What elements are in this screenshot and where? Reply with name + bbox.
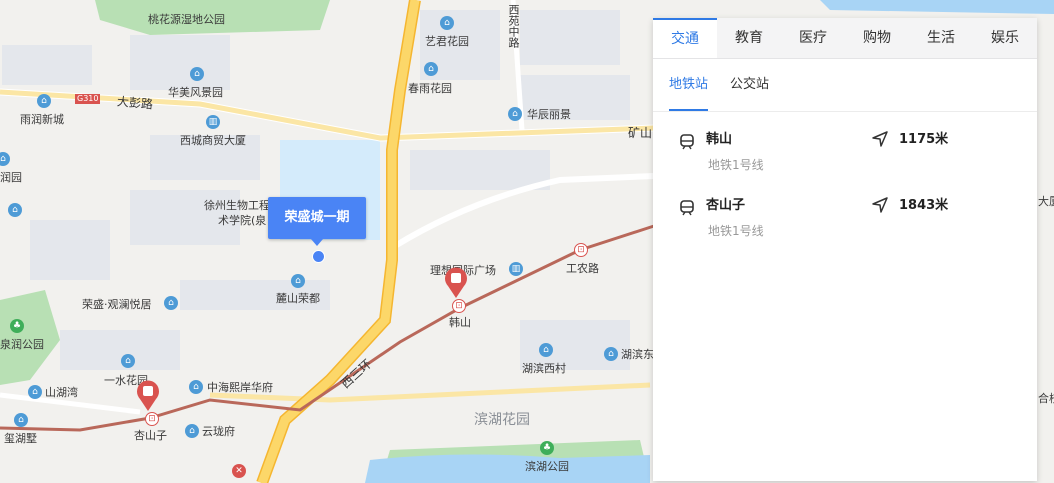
- subtab-metro[interactable]: 地铁站: [669, 59, 709, 111]
- residential-icon: ⌂: [121, 354, 135, 368]
- station-distance: 1843米: [899, 198, 949, 213]
- tab-medical[interactable]: 医疗: [781, 18, 845, 58]
- poi-label[interactable]: 雨润新城: [20, 113, 64, 126]
- poi-label[interactable]: 中海熙岸华府: [207, 381, 273, 394]
- metro-pin-icon[interactable]: [135, 380, 161, 412]
- park-icon: ♣: [10, 319, 24, 333]
- navigation-icon: [872, 131, 888, 147]
- metro-icon: ⊡: [452, 299, 466, 313]
- poi-label[interactable]: 华美风景园: [168, 86, 223, 99]
- residential-icon: ⌂: [185, 424, 199, 438]
- building-icon: ▥: [509, 262, 523, 276]
- district-label: 滨湖花园: [474, 412, 530, 428]
- poi-label[interactable]: 杏山子: [134, 429, 167, 442]
- poi-label[interactable]: 艺君花园: [425, 35, 469, 48]
- poi-label[interactable]: 山湖湾: [45, 386, 78, 399]
- poi-label[interactable]: 合校: [1038, 392, 1054, 405]
- nearby-panel: 交通 教育 医疗 购物 生活 娱乐 地铁站 公交站 韩山 地铁1号线 1175米: [653, 18, 1037, 481]
- poi-label[interactable]: 工农路: [566, 262, 599, 275]
- location-marker[interactable]: [312, 250, 325, 263]
- station-name: 韩山: [706, 132, 733, 147]
- highway-badge: G310: [75, 94, 101, 104]
- poi-label[interactable]: 润园: [0, 171, 22, 184]
- residential-icon: ⌂: [189, 380, 203, 394]
- poi-label[interactable]: 湖滨西村: [522, 362, 566, 375]
- callout-tail: [311, 239, 323, 246]
- station-distance: 1175米: [899, 132, 949, 147]
- station-line: 地铁1号线: [708, 224, 764, 238]
- poi-label[interactable]: 春雨花园: [408, 82, 452, 95]
- park-icon: ♣: [540, 441, 554, 455]
- road-label: 西苑中路: [507, 4, 520, 48]
- poi-label[interactable]: 大厦: [1038, 195, 1054, 208]
- residential-icon: ⌂: [508, 107, 522, 121]
- train-icon: [680, 200, 694, 216]
- residential-icon: ⌂: [8, 203, 22, 217]
- navigation-icon: [872, 197, 888, 213]
- location-callout[interactable]: 荣盛城一期: [268, 197, 366, 239]
- residential-icon: ⌂: [424, 62, 438, 76]
- poi-label[interactable]: 徐州生物工程: [204, 199, 270, 212]
- tab-shopping[interactable]: 购物: [845, 18, 909, 58]
- residential-icon: ⌂: [164, 296, 178, 310]
- poi-label[interactable]: 麓山荣都: [276, 292, 320, 305]
- poi-label[interactable]: 桃花源湿地公园: [148, 13, 225, 26]
- residential-icon: ⌂: [14, 413, 28, 427]
- metro-pin-icon[interactable]: [443, 267, 469, 299]
- food-icon: ✕: [232, 464, 246, 478]
- train-icon: [680, 134, 694, 150]
- residential-icon: ⌂: [190, 67, 204, 81]
- residential-icon: ⌂: [604, 347, 618, 361]
- poi-label[interactable]: 玺湖墅: [4, 432, 37, 445]
- residential-icon: ⌂: [37, 94, 51, 108]
- poi-label[interactable]: 湖滨东: [621, 348, 654, 361]
- metro-icon: ⊡: [574, 243, 588, 257]
- station-item[interactable]: 韩山 地铁1号线 1175米: [653, 114, 1037, 180]
- poi-label[interactable]: 云珑府: [202, 425, 235, 438]
- building-icon: ▥: [206, 115, 220, 129]
- station-name: 杏山子: [706, 198, 746, 213]
- residential-icon: ⌂: [28, 385, 42, 399]
- station-line: 地铁1号线: [708, 158, 764, 172]
- poi-label[interactable]: 泉润公园: [0, 338, 44, 351]
- poi-label[interactable]: 西城商贸大厦: [180, 134, 246, 147]
- tab-education[interactable]: 教育: [717, 18, 781, 58]
- metro-icon: ⊡: [145, 412, 159, 426]
- station-list: 韩山 地铁1号线 1175米 杏山子 地铁1号线 1843米: [653, 112, 1037, 246]
- road-label: 大彭路: [116, 94, 154, 112]
- residential-icon: ⌂: [291, 274, 305, 288]
- poi-label[interactable]: 滨湖公园: [525, 460, 569, 473]
- residential-icon: ⌂: [539, 343, 553, 357]
- poi-label[interactable]: 华辰丽景: [527, 108, 571, 121]
- poi-label[interactable]: 术学院(泉: [218, 214, 266, 227]
- poi-label[interactable]: 韩山: [449, 316, 471, 329]
- category-tabs: 交通 教育 医疗 购物 生活 娱乐: [653, 18, 1037, 59]
- station-item[interactable]: 杏山子 地铁1号线 1843米: [653, 180, 1037, 246]
- subtabs: 地铁站 公交站: [653, 59, 1037, 112]
- residential-icon: ⌂: [440, 16, 454, 30]
- subtab-bus[interactable]: 公交站: [730, 59, 769, 109]
- tab-transport[interactable]: 交通: [653, 18, 717, 58]
- road-label: 矿山: [628, 126, 653, 140]
- tab-life[interactable]: 生活: [909, 18, 973, 58]
- tab-entertainment[interactable]: 娱乐: [973, 18, 1037, 58]
- poi-label[interactable]: 荣盛·观澜悦居: [82, 298, 152, 311]
